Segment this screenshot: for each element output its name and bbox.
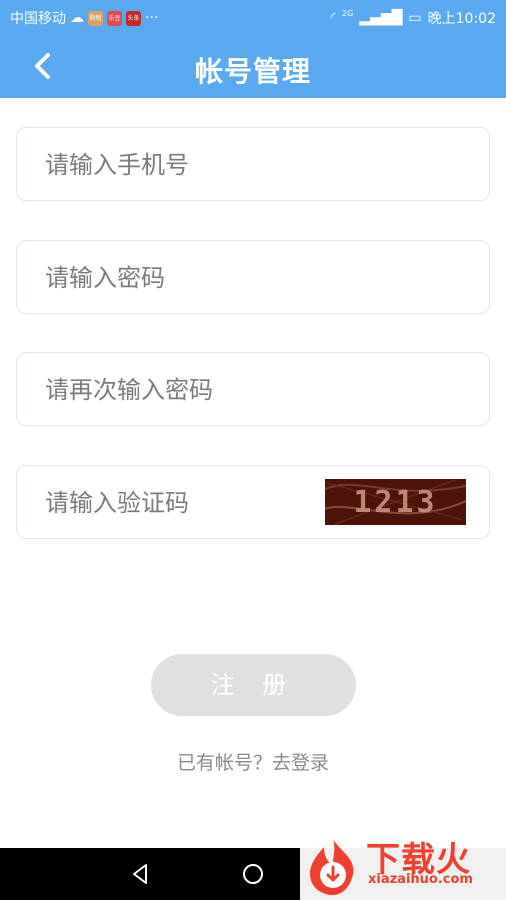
- news-app-icon: 头条: [126, 10, 141, 26]
- register-button[interactable]: 注 册: [151, 654, 356, 716]
- captcha-image[interactable]: 1213: [325, 479, 466, 525]
- password-input[interactable]: [43, 241, 467, 315]
- captcha-field: 1213: [16, 465, 490, 540]
- music-app-icon: 乐豆: [107, 10, 122, 26]
- site-watermark: 下载火 xiazaihuo.com: [300, 830, 506, 900]
- network-type: 2G: [342, 8, 354, 18]
- navigation-back-icon[interactable]: [128, 862, 152, 886]
- confirm-password-field: [16, 352, 490, 427]
- captcha-input[interactable]: [43, 466, 307, 540]
- status-left: 中国移动 ☁ 购物 乐豆 头条 ···: [10, 8, 158, 28]
- flame-logo-icon: [310, 840, 354, 895]
- password-field: [16, 240, 490, 315]
- login-link[interactable]: 已有帐号？去登录: [0, 748, 506, 775]
- confirm-password-input[interactable]: [43, 353, 467, 427]
- page-title: 帐号管理: [194, 55, 311, 88]
- status-right: ◜ 2G ▂▄▆█ ▭ 晚上10:02: [331, 8, 496, 28]
- signal-icon: ▂▄▆█: [359, 10, 403, 26]
- wifi-icon: ◜: [330, 10, 337, 26]
- more-notifications-icon: ···: [145, 10, 159, 26]
- app-header: 帐号管理: [0, 34, 506, 98]
- battery-icon: ▭: [408, 10, 422, 26]
- phone-field: [16, 127, 490, 202]
- navigation-home-icon[interactable]: [241, 862, 265, 886]
- captcha-value: 1213: [353, 485, 438, 520]
- clock-time: 晚上10:02: [427, 11, 496, 27]
- shopping-app-icon: 购物: [88, 10, 103, 26]
- watermark-domain: xiazaihuo.com: [368, 872, 473, 887]
- cloud-icon: ☁: [70, 10, 84, 26]
- carrier-label: 中国移动: [10, 11, 66, 27]
- status-bar: 中国移动 ☁ 购物 乐豆 头条 ··· ◜ 2G ▂▄▆█ ▭ 晚上10:02: [0, 0, 506, 34]
- phone-input[interactable]: [43, 128, 467, 202]
